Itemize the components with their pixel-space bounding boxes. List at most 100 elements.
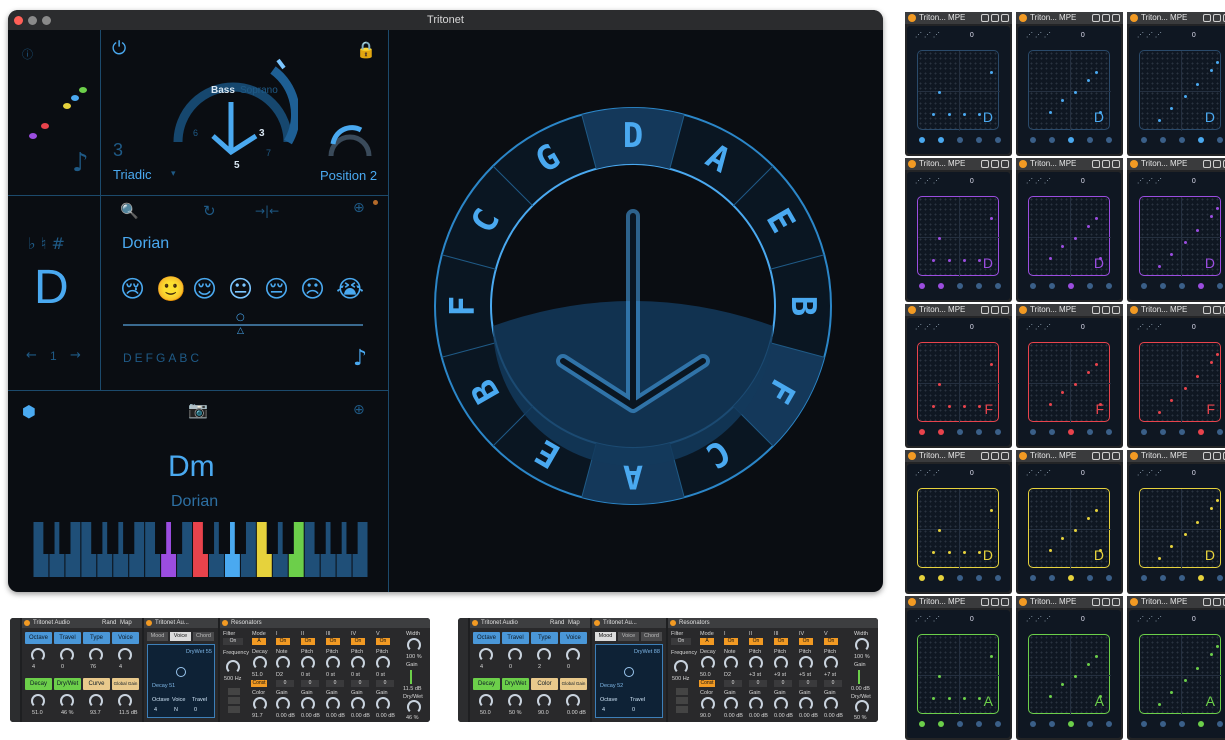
page-dot[interactable] <box>1160 137 1166 143</box>
macro-knob[interactable] <box>479 694 493 708</box>
zoom-window-button[interactable] <box>42 16 51 25</box>
macro-knob[interactable] <box>508 648 522 662</box>
macro-knob[interactable] <box>118 694 132 708</box>
page-dot[interactable] <box>1049 137 1055 143</box>
xy-pad[interactable]: D <box>917 196 1000 277</box>
page-dot[interactable] <box>1087 137 1093 143</box>
fine-tune-field[interactable]: 0 <box>301 680 319 687</box>
filter-toggle[interactable]: On <box>223 638 243 645</box>
mpe-cell[interactable]: Triton... MPE ⋰ ⋰ ⋰ 0 D <box>1127 12 1225 156</box>
piano-black-key[interactable] <box>170 522 183 554</box>
mode-icons[interactable]: ⋰ ⋰ ⋰ <box>1137 616 1162 623</box>
mpe-cell[interactable]: Triton... MPE ⋰ ⋰ ⋰ 0 F <box>1127 304 1225 448</box>
page-dot[interactable] <box>1049 575 1055 581</box>
xy-pad[interactable]: D <box>917 50 1000 131</box>
header-icon[interactable] <box>1213 306 1221 314</box>
const-toggle[interactable]: Const <box>699 680 715 687</box>
gain-knob[interactable] <box>276 697 290 711</box>
mpe-cell[interactable]: Triton... MPE ⋰ ⋰ ⋰ 0 A <box>905 596 1012 740</box>
search-icon[interactable]: 🔍 <box>120 202 139 220</box>
mpe-cell[interactable]: Triton... MPE ⋰ ⋰ ⋰ 0 D <box>1016 12 1123 156</box>
header-icon[interactable] <box>991 14 999 22</box>
tonal-wheel[interactable]: DAEBFCAEBFCG <box>423 96 843 516</box>
fine-tune-field[interactable]: 0 <box>749 680 767 687</box>
decay-knob[interactable] <box>701 656 715 670</box>
mpe-cell[interactable]: Triton... MPE ⋰ ⋰ ⋰ 0 D <box>1016 158 1123 302</box>
piano-black-key[interactable] <box>59 522 71 554</box>
device-activator[interactable] <box>908 598 916 606</box>
resonator-on-toggle[interactable]: On <box>276 638 290 645</box>
page-dot[interactable] <box>1030 429 1036 435</box>
macro-knob[interactable] <box>60 694 74 708</box>
width-knob[interactable] <box>855 638 869 652</box>
xy-pad[interactable]: D <box>1139 196 1222 277</box>
position-knob[interactable] <box>325 120 375 160</box>
device-activator[interactable] <box>1130 306 1138 314</box>
wheel-note-letter[interactable]: B <box>783 296 823 316</box>
mood-face[interactable]: 😔 <box>264 275 289 303</box>
header-icon[interactable] <box>981 598 989 606</box>
header-icon[interactable] <box>1203 306 1211 314</box>
header-icon[interactable] <box>991 306 999 314</box>
au-screen[interactable]: DryWet 88 Decay 52 Octave 4 Travel 0 <box>595 644 663 718</box>
xy-pad[interactable]: D <box>1139 50 1222 131</box>
au-screen[interactable]: DryWet 55 Decay 51 Octave 4 Voice N Travel 0 <box>147 644 215 718</box>
pitch-knob[interactable] <box>724 656 738 670</box>
color-knob[interactable] <box>701 697 715 711</box>
drywet-knob[interactable] <box>407 700 421 714</box>
macro-knob[interactable] <box>566 648 580 662</box>
resonator-on-toggle[interactable]: On <box>376 638 390 645</box>
page-dot[interactable] <box>1030 283 1036 289</box>
page-dot[interactable] <box>1106 429 1112 435</box>
device-activator[interactable] <box>1019 160 1027 168</box>
frequency-knob[interactable] <box>226 660 240 674</box>
compress-icon[interactable]: →|← <box>255 204 279 218</box>
mood-face[interactable]: 😭 <box>336 275 364 303</box>
device-activator[interactable] <box>908 452 916 460</box>
const-toggle[interactable]: Const <box>251 680 267 687</box>
filter-type-button[interactable] <box>676 706 688 713</box>
device-activator[interactable] <box>1019 14 1027 22</box>
page-dot[interactable] <box>1198 721 1204 727</box>
device-activator[interactable] <box>1130 452 1138 460</box>
mode-icons[interactable]: ⋰ ⋰ ⋰ <box>1026 616 1051 623</box>
device-activator[interactable] <box>908 306 916 314</box>
filter-type-button[interactable] <box>676 688 688 695</box>
mood-slider-handle[interactable]: ○ <box>236 312 245 323</box>
header-icon[interactable] <box>991 160 999 168</box>
xy-pad[interactable]: D <box>1028 196 1111 277</box>
piano-black-key[interactable] <box>234 522 246 554</box>
piano-keyboard[interactable] <box>33 522 368 577</box>
gain-knob[interactable] <box>326 697 340 711</box>
mood-face[interactable]: 😢 <box>120 275 145 303</box>
tab-mood[interactable]: Mood <box>147 632 168 641</box>
piano-black-key[interactable] <box>91 522 103 554</box>
pitch-knob[interactable] <box>276 656 290 670</box>
page-dot[interactable] <box>1106 137 1112 143</box>
mode-icons[interactable]: ⋰ ⋰ ⋰ <box>915 470 940 477</box>
page-dot[interactable] <box>919 575 925 581</box>
header-icon[interactable] <box>1001 598 1009 606</box>
header-icon[interactable] <box>1203 14 1211 22</box>
page-dot[interactable] <box>1106 721 1112 727</box>
fine-tune-field[interactable]: 0 <box>351 680 369 687</box>
mode-icons[interactable]: ⋰ ⋰ ⋰ <box>1137 324 1162 331</box>
header-icon[interactable] <box>1001 14 1009 22</box>
header-icon[interactable] <box>1213 598 1221 606</box>
macro-knob[interactable] <box>60 648 74 662</box>
header-icon[interactable] <box>1112 452 1120 460</box>
page-dot[interactable] <box>1106 283 1112 289</box>
device-activator[interactable] <box>1130 160 1138 168</box>
device-activator[interactable] <box>222 620 228 626</box>
info-icon[interactable]: ⓘ <box>22 46 33 62</box>
resonator-on-toggle[interactable]: On <box>774 638 788 645</box>
page-dot[interactable] <box>995 429 1001 435</box>
mood-face[interactable]: ☹ <box>300 275 325 303</box>
fine-tune-field[interactable]: 0 <box>799 680 817 687</box>
tab-chord[interactable]: Chord <box>641 632 662 641</box>
mpe-cell[interactable]: Triton... MPE ⋰ ⋰ ⋰ 0 D <box>905 12 1012 156</box>
header-icon[interactable] <box>991 452 999 460</box>
refresh-icon[interactable]: ↻ <box>203 202 216 220</box>
mpe-cell[interactable]: Triton... MPE ⋰ ⋰ ⋰ 0 A <box>1016 596 1123 740</box>
map-button[interactable]: Map <box>120 618 132 628</box>
